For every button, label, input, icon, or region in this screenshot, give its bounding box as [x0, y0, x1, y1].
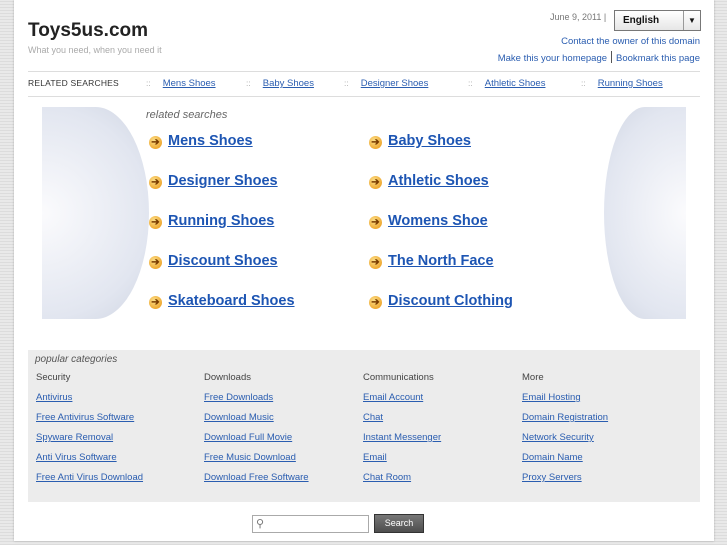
date-text: June 9, 2011 |	[550, 12, 607, 22]
category-link[interactable]: Domain Registration	[522, 412, 608, 432]
category-link[interactable]: Email Hosting	[522, 392, 608, 412]
search-input[interactable]: ⚲	[252, 515, 369, 533]
contact-owner-link[interactable]: Contact the owner of this domain	[561, 36, 700, 47]
category-link[interactable]: Instant Messenger	[363, 432, 441, 452]
arrow-right-circle-icon: ➔	[369, 136, 382, 149]
category-link[interactable]: Free Music Download	[204, 452, 309, 472]
related-search-item[interactable]: ➔ Mens Shoes	[149, 133, 253, 149]
popular-categories-panel: popular categories Security Antivirus Fr…	[28, 350, 700, 502]
related-bar-item: :: Baby Shoes	[246, 78, 314, 89]
related-search-link[interactable]: Womens Shoe	[388, 213, 488, 229]
language-select[interactable]: English ▼	[614, 10, 701, 31]
category-heading: Downloads	[204, 372, 251, 383]
related-bar-link[interactable]: Designer Shoes	[361, 78, 429, 89]
arrow-right-circle-icon: ➔	[369, 296, 382, 309]
category-link[interactable]: Anti Virus Software	[36, 452, 143, 472]
category-link[interactable]: Free Antivirus Software	[36, 412, 143, 432]
related-bar-link[interactable]: Athletic Shoes	[485, 78, 546, 89]
category-link[interactable]: Email	[363, 452, 441, 472]
category-column: More Email Hosting Domain Registration N…	[522, 372, 608, 492]
category-heading: Security	[36, 372, 71, 383]
related-search-item[interactable]: ➔ Discount Shoes	[149, 253, 278, 269]
related-search-link[interactable]: Baby Shoes	[388, 133, 471, 149]
chevron-down-icon[interactable]: ▼	[683, 11, 700, 30]
category-column: Security Antivirus Free Antivirus Softwa…	[36, 372, 143, 492]
make-homepage-link[interactable]: Make this your homepage	[498, 53, 607, 64]
related-bar-item: :: Mens Shoes	[146, 78, 216, 89]
related-search-item[interactable]: ➔ Running Shoes	[149, 213, 274, 229]
related-bar-item: :: Running Shoes	[581, 78, 663, 89]
arrow-right-circle-icon: ➔	[149, 136, 162, 149]
arrow-right-circle-icon: ➔	[149, 216, 162, 229]
bookmark-link[interactable]: Bookmark this page	[616, 53, 700, 64]
page: Toys5us.com What you need, when you need…	[14, 0, 714, 541]
category-link[interactable]: Spyware Removal	[36, 432, 143, 452]
related-bar-link[interactable]: Running Shoes	[598, 78, 663, 89]
related-search-item[interactable]: ➔ Skateboard Shoes	[149, 293, 295, 309]
header-divider	[28, 71, 700, 72]
related-search-link[interactable]: Designer Shoes	[168, 173, 278, 189]
related-search-item[interactable]: ➔ Designer Shoes	[149, 173, 278, 189]
related-bar-link[interactable]: Baby Shoes	[263, 78, 314, 89]
related-search-item[interactable]: ➔ Athletic Shoes	[369, 173, 489, 189]
related-bar-item: :: Athletic Shoes	[468, 78, 546, 89]
category-column: Communications Email Account Chat Instan…	[363, 372, 441, 492]
related-search-link[interactable]: Discount Clothing	[388, 293, 513, 309]
related-search-item[interactable]: ➔ The North Face	[369, 253, 494, 269]
arrow-right-circle-icon: ➔	[149, 256, 162, 269]
decorative-curve-left	[42, 107, 149, 319]
decorative-curve-right	[604, 107, 686, 319]
category-link[interactable]: Domain Name	[522, 452, 608, 472]
category-heading: Communications	[363, 372, 434, 383]
link-divider	[611, 51, 613, 63]
related-searches-heading: related searches	[146, 109, 228, 121]
category-link[interactable]: Chat	[363, 412, 441, 432]
related-bar-item: :: Designer Shoes	[344, 78, 429, 89]
site-title[interactable]: Toys5us.com	[28, 20, 148, 42]
category-heading: More	[522, 372, 544, 383]
related-search-link[interactable]: Athletic Shoes	[388, 173, 489, 189]
related-bar-label: RELATED SEARCHES	[28, 78, 119, 88]
category-link[interactable]: Network Security	[522, 432, 608, 452]
magnifier-icon: ⚲	[256, 518, 265, 530]
arrow-right-circle-icon: ➔	[369, 216, 382, 229]
arrow-right-circle-icon: ➔	[369, 256, 382, 269]
category-link[interactable]: Download Free Software	[204, 472, 309, 492]
related-search-item[interactable]: ➔ Baby Shoes	[369, 133, 471, 149]
related-search-link[interactable]: Running Shoes	[168, 213, 274, 229]
arrow-right-circle-icon: ➔	[149, 296, 162, 309]
related-search-item[interactable]: ➔ Womens Shoe	[369, 213, 488, 229]
category-link[interactable]: Chat Room	[363, 472, 441, 492]
category-link[interactable]: Free Downloads	[204, 392, 309, 412]
category-link[interactable]: Antivirus	[36, 392, 143, 412]
popular-categories-title: popular categories	[35, 354, 118, 365]
category-column: Downloads Free Downloads Download Music …	[204, 372, 309, 492]
related-search-item[interactable]: ➔ Discount Clothing	[369, 293, 513, 309]
homepage-bookmark-row: Make this your homepage Bookmark this pag…	[498, 51, 700, 64]
category-link[interactable]: Free Anti Virus Download	[36, 472, 143, 492]
contact-owner-row: Contact the owner of this domain	[561, 36, 700, 47]
related-search-link[interactable]: Discount Shoes	[168, 253, 278, 269]
bar-divider	[28, 96, 700, 97]
related-search-link[interactable]: Mens Shoes	[168, 133, 253, 149]
search-button[interactable]: Search	[374, 514, 424, 533]
arrow-right-circle-icon: ➔	[369, 176, 382, 189]
related-search-link[interactable]: The North Face	[388, 253, 494, 269]
site-tagline: What you need, when you need it	[28, 45, 162, 55]
category-link[interactable]: Proxy Servers	[522, 472, 608, 492]
related-bar-link[interactable]: Mens Shoes	[163, 78, 216, 89]
language-selected-value: English	[623, 15, 660, 26]
related-search-link[interactable]: Skateboard Shoes	[168, 293, 295, 309]
category-link[interactable]: Download Music	[204, 412, 309, 432]
arrow-right-circle-icon: ➔	[149, 176, 162, 189]
category-link[interactable]: Download Full Movie	[204, 432, 309, 452]
category-link[interactable]: Email Account	[363, 392, 441, 412]
